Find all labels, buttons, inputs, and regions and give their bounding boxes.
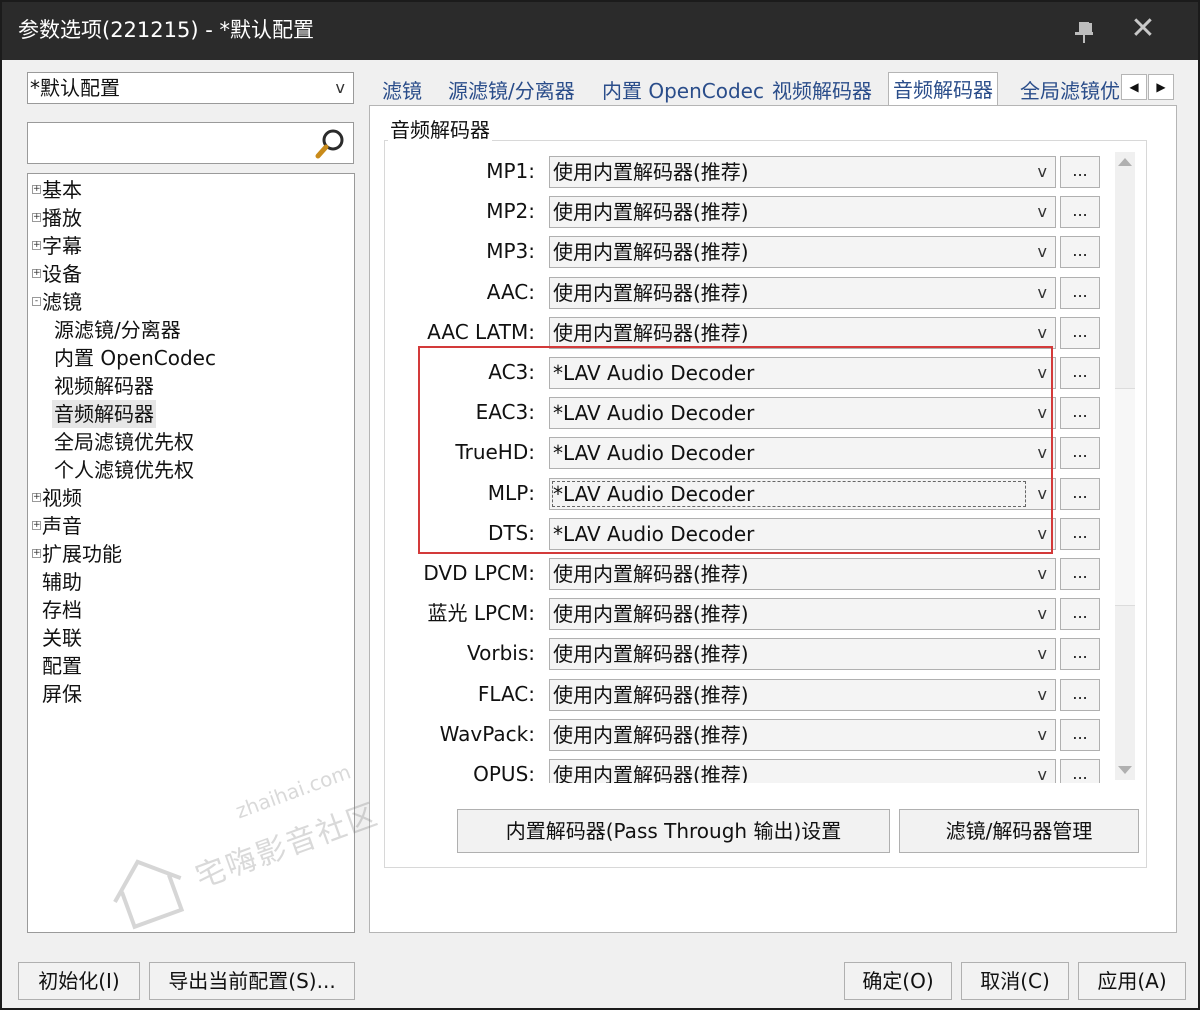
chevron-down-icon: v [1037,242,1047,261]
chevron-down-icon: v [1037,765,1047,783]
decoder-options-button[interactable]: ... [1060,317,1100,349]
codec-label: MP2: [486,199,535,223]
codec-label: OPUS: [473,762,535,783]
scroll-up-icon[interactable] [1118,158,1132,166]
decoder-select[interactable]: 使用内置解码器(推荐) v [549,759,1056,783]
decoder-select-value: 使用内置解码器(推荐) [553,281,749,305]
codec-label: MP1: [486,159,535,183]
passthrough-settings-button[interactable]: 内置解码器(Pass Through 输出)设置 [457,809,890,853]
chevron-down-icon: v [1037,685,1047,704]
decoder-select-value: 使用内置解码器(推荐) [553,602,749,626]
decoder-options-button[interactable]: ... [1060,598,1100,630]
decoder-options-button[interactable]: ... [1060,679,1100,711]
decoder-options-button[interactable]: ... [1060,357,1100,389]
decoder-select-value: 使用内置解码器(推荐) [553,723,749,747]
codec-label: FLAC: [477,682,535,706]
codec-label: DVD LPCM: [423,561,535,585]
vertical-scrollbar[interactable] [1115,152,1135,780]
decoder-select[interactable]: 使用内置解码器(推荐) v [549,679,1056,711]
decoder-select-value: 使用内置解码器(推荐) [553,160,749,184]
decoder-options-button[interactable]: ... [1060,518,1100,550]
chevron-down-icon: v [1037,564,1047,583]
chevron-down-icon: v [1037,323,1047,342]
chevron-down-icon: v [1037,604,1047,623]
preferences-window: 参数选项(221215) - *默认配置 ✕ *默认配置 v + 基本 + 播放… [0,0,1200,1010]
decoder-options-button[interactable]: ... [1060,236,1100,268]
codec-label: 蓝光 LPCM: [427,601,535,625]
ok-button[interactable]: 确定(O) [844,962,952,1000]
decoder-options-button[interactable]: ... [1060,437,1100,469]
codec-label: WavPack: [439,722,535,746]
decoder-select[interactable]: 使用内置解码器(推荐) v [549,196,1056,228]
decoder-select-value: 使用内置解码器(推荐) [553,321,749,345]
decoder-select[interactable]: 使用内置解码器(推荐) v [549,638,1056,670]
decoder-select-value: 使用内置解码器(推荐) [553,763,749,783]
decoder-options-button[interactable]: ... [1060,478,1100,510]
decoder-select[interactable]: 使用内置解码器(推荐) v [549,156,1056,188]
decoder-options-button[interactable]: ... [1060,277,1100,309]
decoder-select-value: 使用内置解码器(推荐) [553,642,749,666]
decoder-options-button[interactable]: ... [1060,196,1100,228]
decoder-select-value: 使用内置解码器(推荐) [553,683,749,707]
decoder-select-value: 使用内置解码器(推荐) [553,200,749,224]
annotation-highlight-box [418,346,1053,554]
initialize-button[interactable]: 初始化(I) [18,962,140,1000]
scroll-down-icon[interactable] [1118,766,1132,774]
decoder-select[interactable]: 使用内置解码器(推荐) v [549,236,1056,268]
decoder-select[interactable]: 使用内置解码器(推荐) v [549,719,1056,751]
chevron-down-icon: v [1037,162,1047,181]
export-config-button[interactable]: 导出当前配置(S)... [149,962,355,1000]
codec-label: MP3: [486,239,535,263]
decoder-options-button[interactable]: ... [1060,719,1100,751]
decoder-select[interactable]: 使用内置解码器(推荐) v [549,558,1056,590]
decoder-select-value: 使用内置解码器(推荐) [553,240,749,264]
scroll-thumb[interactable] [1115,388,1135,606]
decoder-options-button[interactable]: ... [1060,558,1100,590]
codec-label: AAC: [486,280,535,304]
chevron-down-icon: v [1037,725,1047,744]
decoder-select-value: 使用内置解码器(推荐) [553,562,749,586]
decoder-select[interactable]: 使用内置解码器(推荐) v [549,277,1056,309]
chevron-down-icon: v [1037,283,1047,302]
decoder-manager-button[interactable]: 滤镜/解码器管理 [899,809,1139,853]
chevron-down-icon: v [1037,202,1047,221]
decoder-select[interactable]: 使用内置解码器(推荐) v [549,598,1056,630]
decoder-select[interactable]: 使用内置解码器(推荐) v [549,317,1056,349]
decoder-options-button[interactable]: ... [1060,397,1100,429]
decoder-options-button[interactable]: ... [1060,759,1100,783]
apply-button[interactable]: 应用(A) [1078,962,1186,1000]
codec-label: Vorbis: [467,641,535,665]
decoder-options-button[interactable]: ... [1060,156,1100,188]
cancel-button[interactable]: 取消(C) [961,962,1069,1000]
codec-label: AAC LATM: [427,320,535,344]
chevron-down-icon: v [1037,644,1047,663]
decoder-options-button[interactable]: ... [1060,638,1100,670]
